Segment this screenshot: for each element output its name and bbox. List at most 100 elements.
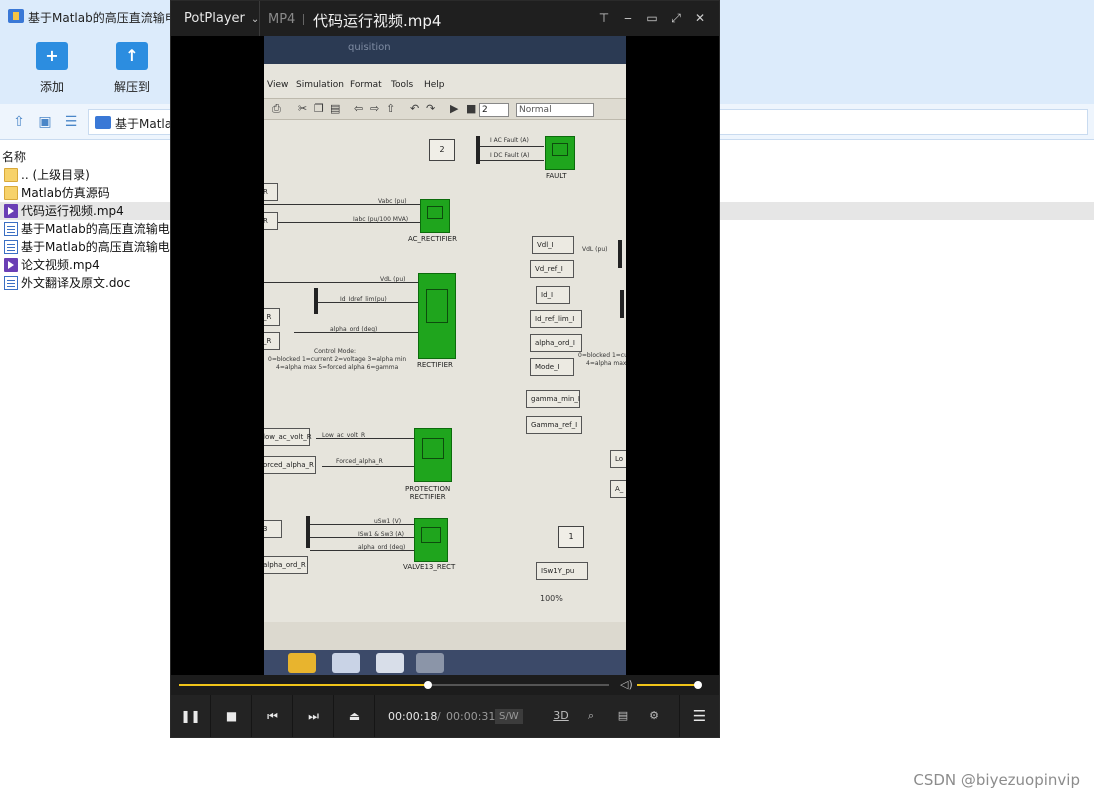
frame-right-tag: Vdl_I bbox=[532, 236, 574, 254]
frame-toolbar: ⎙ ✂ ❐ ▤ ⇦ ⇨ ⇧ ↶ ↷ ▶ ■ 2 Normal bbox=[264, 98, 626, 120]
document-icon bbox=[4, 240, 18, 254]
frame-right-tag-partial: Lo bbox=[610, 450, 626, 468]
frame-menu-view: View bbox=[267, 80, 289, 90]
video-file-icon bbox=[4, 258, 18, 272]
frame-up-icon: ⇧ bbox=[386, 102, 396, 115]
taskbar-matlab-icon bbox=[332, 653, 360, 673]
previous-button[interactable]: ⏮ bbox=[253, 695, 293, 737]
frame-left-tag: low_ac_volt_R bbox=[264, 428, 312, 446]
next-button[interactable]: ⏭ bbox=[294, 695, 334, 737]
minimize-icon[interactable]: ‒ bbox=[620, 10, 636, 26]
frame-menu-help: Help bbox=[424, 80, 445, 90]
frame-mux-right bbox=[618, 240, 622, 268]
add-button[interactable]: + 添加 bbox=[22, 42, 82, 95]
note-right-mode-1: 0=blocked 1=cu bbox=[578, 352, 626, 359]
title-separator bbox=[259, 1, 260, 36]
up-arrow-icon[interactable]: ⇧ bbox=[11, 114, 27, 130]
file-name: 代码运行视频.mp4 bbox=[21, 204, 124, 218]
frame-play-icon: ▶ bbox=[450, 102, 459, 115]
frame-mux-rectifier bbox=[314, 288, 318, 314]
ac-rectifier-label: AC_RECTIFIER bbox=[408, 235, 457, 243]
maximize-icon[interactable]: ▭ bbox=[644, 10, 660, 26]
search-list-icon[interactable]: ⌕ bbox=[581, 708, 601, 724]
note-mode-text-1: 0=blocked 1=current 2=voltage 3=alpha mi… bbox=[268, 356, 407, 363]
file-name: Matlab仿真源码 bbox=[21, 186, 110, 200]
taskbar-tool-icon bbox=[416, 653, 444, 673]
frame-window-top: quisition bbox=[264, 36, 626, 64]
volume-handle[interactable] bbox=[693, 681, 702, 689]
frame-right-tag: gamma_min_I bbox=[526, 390, 580, 408]
address-text: 基于Matla bbox=[115, 117, 173, 131]
brand-label: PotPlayer bbox=[184, 11, 245, 26]
video-frame: quisition View Simulation Format Tools H… bbox=[264, 36, 626, 675]
seek-progress bbox=[179, 684, 429, 686]
potplayer-menu-button[interactable]: PotPlayer ⌄ bbox=[184, 11, 259, 26]
sw-decoder-badge[interactable]: S/W bbox=[495, 709, 523, 724]
protection-block bbox=[414, 428, 452, 482]
total-time: 00:00:31 bbox=[446, 710, 496, 723]
archive-folder-icon bbox=[95, 116, 111, 129]
extract-icon: ↑ bbox=[116, 42, 148, 70]
sig-right-vdl: VdL (pu) bbox=[582, 246, 608, 253]
seek-bar[interactable] bbox=[179, 681, 609, 689]
player-titlebar: PotPlayer ⌄ MP4 代码运行视频.mp4 ⊤ ‒ ▭ ⤢ ✕ bbox=[171, 1, 719, 36]
video-filename: 代码运行视频.mp4 bbox=[313, 12, 442, 30]
main-menu-icon[interactable]: ☰ bbox=[679, 695, 719, 737]
seek-handle[interactable] bbox=[424, 681, 433, 689]
frame-undo-icon: ↶ bbox=[410, 102, 420, 115]
settings-gear-icon[interactable]: ⚙ bbox=[644, 708, 664, 724]
fullscreen-icon[interactable]: ⤢ bbox=[668, 10, 684, 26]
document-icon bbox=[4, 222, 18, 236]
frame-right-tag-partial: A_ bbox=[610, 480, 626, 498]
taskbar-app-icon bbox=[288, 653, 316, 673]
current-time: 00:00:18 bbox=[388, 710, 438, 723]
fault-block-label: FAULT bbox=[546, 172, 567, 180]
frame-mux-valve bbox=[306, 516, 310, 548]
file-name: 基于Matlab的高压直流输电 bbox=[21, 222, 170, 236]
extract-button-label: 解压到 bbox=[113, 80, 150, 94]
archive-window-title: 基于Matlab的高压直流输电 bbox=[28, 11, 177, 25]
potplayer-window: PotPlayer ⌄ MP4 代码运行视频.mp4 ⊤ ‒ ▭ ⤢ ✕ quis… bbox=[170, 0, 720, 738]
sig-forced-alpha: Forced_alpha_R bbox=[336, 458, 383, 465]
frame-wire bbox=[294, 332, 418, 333]
valve-label: VALVE13_RECT bbox=[403, 563, 456, 571]
seek-bar-area: ◁) bbox=[171, 675, 719, 695]
frame-right-tag: Mode_I bbox=[530, 358, 574, 376]
thumbnail-view-icon[interactable]: ▣ bbox=[37, 114, 53, 130]
file-name: 基于Matlab的高压直流输电 bbox=[21, 240, 170, 254]
volume-icon[interactable]: ◁) bbox=[620, 678, 633, 691]
frame-menu-tools: Tools bbox=[391, 80, 414, 90]
frame-left-tag: orced_alpha_R bbox=[264, 456, 316, 474]
file-name: 论文视频.mp4 bbox=[21, 258, 100, 272]
frame-left-tag: _R bbox=[264, 332, 280, 350]
eject-button[interactable]: ⏏ bbox=[335, 695, 375, 737]
frame-left-tag: R bbox=[264, 183, 278, 201]
format-label: MP4 bbox=[268, 12, 296, 27]
pause-button[interactable]: ❚❚ bbox=[171, 695, 211, 737]
frame-taskbar bbox=[264, 650, 626, 675]
frame-wire bbox=[480, 160, 544, 161]
frame-left-tag: alpha_ord_R bbox=[264, 556, 308, 574]
close-icon[interactable]: ✕ bbox=[692, 10, 708, 26]
note-mode-text-2: 4=alpha max 5=forced alpha 6=gamma bbox=[276, 364, 399, 371]
stop-button[interactable]: ■ bbox=[212, 695, 252, 737]
frame-left-tag: R bbox=[264, 212, 278, 230]
pin-icon[interactable]: ⊤ bbox=[596, 10, 612, 26]
extract-to-button[interactable]: ↑ 解压到 bbox=[102, 42, 162, 95]
frame-left-tag: _R bbox=[264, 308, 280, 326]
frame-left-tag: 3 bbox=[264, 520, 282, 538]
frame-const-2: 2 bbox=[429, 139, 455, 161]
volume-slider[interactable] bbox=[637, 681, 702, 689]
video-area[interactable]: quisition View Simulation Format Tools H… bbox=[171, 36, 719, 675]
3d-mode-button[interactable]: 3D bbox=[551, 708, 571, 724]
frame-wire bbox=[264, 282, 418, 283]
frame-paste-icon: ▤ bbox=[330, 102, 341, 115]
valve-block bbox=[414, 518, 448, 562]
frame-sim-mode: Normal bbox=[516, 103, 594, 117]
frame-wire bbox=[310, 524, 414, 525]
frame-title-fragment: quisition bbox=[348, 42, 391, 53]
playlist-icon[interactable]: ▤ bbox=[613, 708, 633, 724]
list-view-icon[interactable]: ☰ bbox=[63, 114, 79, 130]
frame-wire bbox=[264, 204, 420, 205]
frame-print-icon: ⎙ bbox=[272, 102, 281, 115]
